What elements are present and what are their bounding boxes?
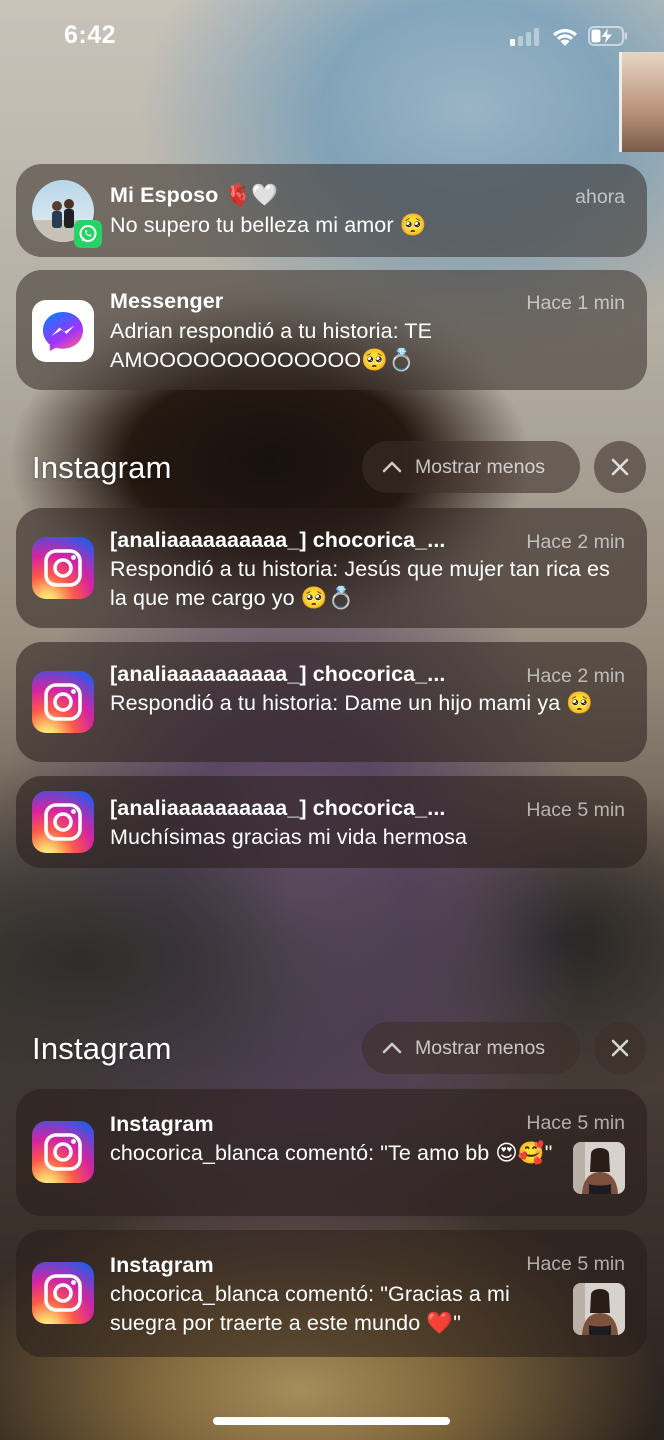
instagram-icon bbox=[32, 791, 94, 853]
notification-body: chocorica_blanca comentó: "Gracias a mi … bbox=[110, 1282, 510, 1335]
notification-instagram-comment[interactable]: Instagram Hace 5 min chocorica_blanca co… bbox=[16, 1230, 647, 1357]
notification-instagram[interactable]: [analiaaaaaaaaaa_] chocorica_... Hace 5 … bbox=[16, 776, 647, 868]
group-title-instagram: Instagram bbox=[32, 450, 172, 485]
notification-time: ahora bbox=[575, 186, 625, 208]
notification-time: Hace 2 min bbox=[526, 665, 625, 687]
instagram-icon bbox=[32, 1262, 94, 1324]
notification-title: Instagram bbox=[110, 1253, 214, 1277]
notification-whatsapp[interactable]: Mi Esposo 🫀🤍 ahora No supero tu belleza … bbox=[16, 164, 647, 257]
notification-instagram-comment[interactable]: Instagram Hace 5 min chocorica_blanca co… bbox=[16, 1089, 647, 1216]
notification-body: chocorica_blanca comentó: "Te amo bb 😍🥰" bbox=[110, 1141, 553, 1165]
chevron-up-icon bbox=[382, 461, 402, 473]
instagram-icon bbox=[32, 671, 94, 733]
status-time: 6:42 bbox=[64, 21, 117, 49]
show-less-button[interactable]: Mostrar menos bbox=[362, 441, 580, 493]
notification-title: Instagram bbox=[110, 1112, 214, 1136]
notification-body: Respondió a tu historia: Jesús que mujer… bbox=[110, 557, 610, 610]
notification-title: Mi Esposo 🫀🤍 bbox=[110, 183, 279, 207]
notification-time: Hace 5 min bbox=[526, 1253, 625, 1275]
notification-title: [analiaaaaaaaaaa_] chocorica_... bbox=[110, 796, 446, 820]
clear-group-button[interactable] bbox=[594, 441, 646, 493]
show-less-label: Mostrar menos bbox=[415, 456, 546, 478]
cellular-signal-icon bbox=[510, 28, 542, 46]
notification-time: Hace 5 min bbox=[526, 1112, 625, 1134]
notification-time: Hace 5 min bbox=[526, 799, 625, 821]
wifi-icon bbox=[553, 28, 577, 46]
notification-title: [analiaaaaaaaaaa_] chocorica_... bbox=[110, 528, 446, 552]
post-thumbnail bbox=[573, 1283, 625, 1335]
instagram-icon bbox=[32, 1121, 94, 1183]
notification-body: Adrian respondió a tu historia: TE AMOOO… bbox=[110, 319, 433, 372]
clear-group-button[interactable] bbox=[594, 1022, 646, 1074]
show-less-button[interactable]: Mostrar menos bbox=[362, 1022, 580, 1074]
notification-instagram[interactable]: [analiaaaaaaaaaa_] chocorica_... Hace 2 … bbox=[16, 508, 647, 628]
notification-body: Muchísimas gracias mi vida hermosa bbox=[110, 825, 468, 849]
home-indicator[interactable] bbox=[213, 1417, 450, 1425]
chevron-up-icon bbox=[382, 1042, 402, 1054]
notification-instagram[interactable]: [analiaaaaaaaaaa_] chocorica_... Hace 2 … bbox=[16, 642, 647, 762]
notification-title: [analiaaaaaaaaaa_] chocorica_... bbox=[110, 662, 446, 686]
notification-body: Respondió a tu historia: Dame un hijo ma… bbox=[110, 691, 594, 715]
close-icon bbox=[611, 1039, 629, 1057]
whatsapp-icon bbox=[74, 220, 102, 248]
battery-charging-icon bbox=[588, 26, 627, 46]
notification-body: No supero tu belleza mi amor 🥺 bbox=[110, 213, 427, 237]
notification-time: Hace 2 min bbox=[526, 531, 625, 553]
group-title-instagram: Instagram bbox=[32, 1031, 172, 1066]
notification-title: Messenger bbox=[110, 289, 224, 313]
notification-time: Hace 1 min bbox=[526, 292, 625, 314]
notification-messenger[interactable]: Messenger Hace 1 min Adrian respondió a … bbox=[16, 270, 647, 390]
show-less-label: Mostrar menos bbox=[415, 1037, 546, 1059]
close-icon bbox=[611, 458, 629, 476]
instagram-icon bbox=[32, 537, 94, 599]
messenger-icon bbox=[32, 300, 94, 362]
status-bar: 6:42 bbox=[0, 0, 664, 74]
post-thumbnail bbox=[573, 1142, 625, 1194]
